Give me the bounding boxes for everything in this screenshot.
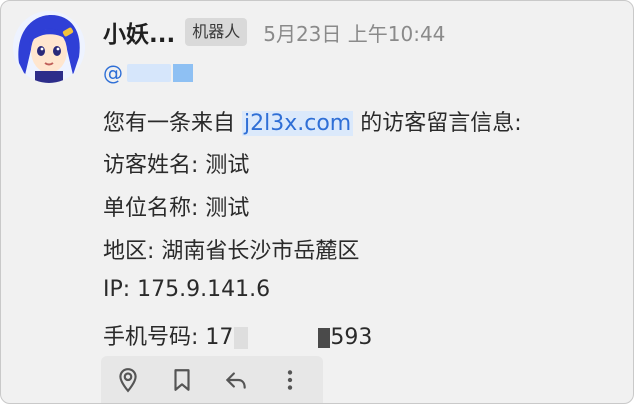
message-card: 小妖... 机器人 5月23日 上午10:44 @ 您有一条来自 j2l3x.c… [0,0,634,404]
mention[interactable]: @ [103,61,193,85]
bookmark-button[interactable] [155,356,209,403]
avatar[interactable] [13,11,85,83]
bot-badge: 机器人 [185,18,248,46]
region-line: 地区: 湖南省长沙市岳麓区 [103,239,360,264]
redacted-mention-block [173,64,193,82]
redacted-mention-blur [127,64,171,82]
sender-name[interactable]: 小妖... [103,15,175,49]
redacted-phone-block-dark [318,328,331,348]
more-options-button[interactable] [263,356,317,403]
reply-button[interactable] [209,356,263,403]
intro-line: 您有一条来自 j2l3x.com 的访客留言信息: [103,105,522,137]
message-header: 小妖... 机器人 5月23日 上午10:44 [103,15,445,49]
phone-suffix: 593 [330,325,373,350]
reply-icon [226,372,246,389]
bookmark-icon [174,369,190,391]
more-vertical-icon [287,370,293,390]
message-actions-toolbar [101,356,323,403]
ip-line: IP: 175.9.141.6 [103,277,271,302]
timestamp[interactable]: 5月23日 上午10:44 [263,18,445,47]
redacted-phone-block [234,327,249,349]
pin-icon [119,368,137,393]
source-link[interactable]: j2l3x.com [242,111,354,136]
company-line: 单位名称: 测试 [103,196,250,221]
pin-button[interactable] [101,356,155,403]
intro-after: 的访客留言信息: [353,111,522,136]
intro-before: 您有一条来自 [103,111,242,136]
phone-prefix: 手机号码: 17 [103,325,234,350]
avatar-anime-girl-icon [13,11,85,83]
visitor-name-line: 访客姓名: 测试 [103,153,250,178]
phone-line: 手机号码: 17 593 [103,319,372,351]
mention-prefix: @ [103,61,123,85]
